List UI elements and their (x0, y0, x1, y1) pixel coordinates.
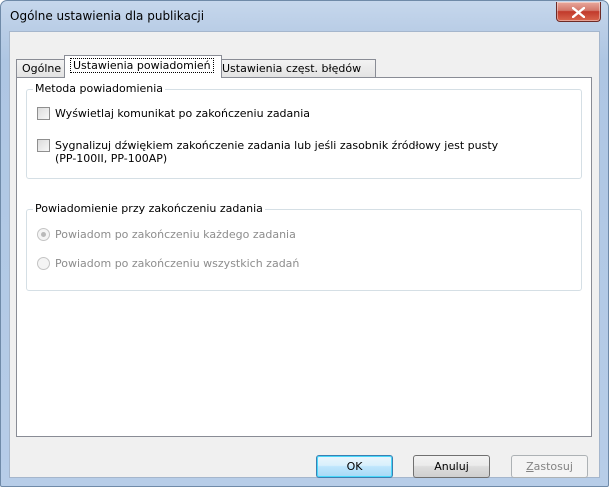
close-icon (572, 7, 585, 18)
show-message-checkbox[interactable] (37, 107, 50, 120)
notify-all-jobs-radio[interactable] (37, 257, 50, 270)
tab-error-frequency-settings[interactable]: Ustawienia częst. błędów (216, 59, 376, 77)
notification-method-group: Metoda powiadomienia Wyświetlaj komunika… (26, 82, 582, 179)
dialog-client-area: Ogólne Ustawienia powiadomień Ustawienia… (9, 31, 600, 478)
job-completion-notification-group-title: Powiadomienie przy zakończeniu zadania (33, 202, 265, 216)
cancel-button[interactable]: Anuluj (413, 455, 490, 478)
close-button[interactable] (556, 2, 601, 22)
apply-button[interactable]: Zastosuj (511, 455, 588, 478)
sound-signal-label: Sygnalizuj dźwiękiem zakończenie zadania… (55, 139, 499, 152)
tab-notification-settings[interactable]: Ustawienia powiadomień (64, 55, 222, 78)
cancel-button-label: Anuluj (434, 460, 469, 473)
sound-signal-label-models: (PP-100II, PP-100AP) (55, 152, 168, 165)
notify-all-jobs-label: Powiadom po zakończeniu wszystkich zadań (55, 257, 300, 270)
apply-button-label: Zastosuj (526, 460, 573, 473)
tab-general-label: Ogólne (22, 62, 62, 75)
title-bar[interactable]: Ogólne ustawienia dla publikacji (1, 1, 608, 31)
notify-each-job-radio[interactable] (37, 228, 50, 241)
sound-signal-checkbox[interactable] (37, 139, 50, 152)
ok-button[interactable]: OK (316, 455, 393, 478)
tab-panel: Metoda powiadomienia Wyświetlaj komunika… (16, 77, 592, 437)
tab-notification-settings-label: Ustawienia powiadomień (70, 58, 214, 73)
tab-error-frequency-settings-label: Ustawienia częst. błędów (222, 62, 362, 75)
job-completion-notification-group: Powiadomienie przy zakończeniu zadania P… (26, 202, 582, 291)
dialog-window: Ogólne ustawienia dla publikacji Ogólne … (0, 0, 609, 487)
ok-button-label: OK (346, 460, 363, 473)
notify-each-job-label: Powiadom po zakończeniu każdego zadania (55, 228, 296, 241)
notification-method-group-title: Metoda powiadomienia (33, 82, 166, 96)
tab-general[interactable]: Ogólne (16, 59, 68, 77)
window-title: Ogólne ustawienia dla publikacji (10, 9, 205, 23)
show-message-label: Wyświetlaj komunikat po zakończeniu zada… (55, 107, 311, 120)
